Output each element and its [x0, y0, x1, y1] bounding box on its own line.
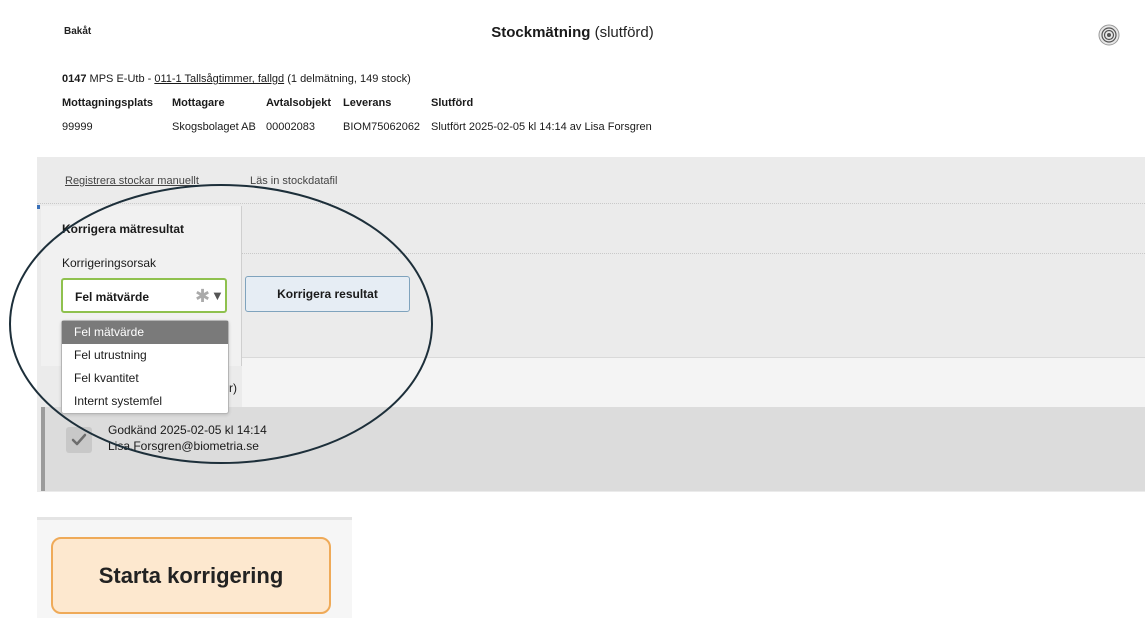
- chevron-down-icon[interactable]: ▼: [211, 288, 224, 303]
- required-asterisk-icon: ✱: [195, 286, 211, 306]
- measurement-id: 0147: [62, 73, 87, 85]
- reason-select[interactable]: Fel mätvärde ✱ ▼: [61, 278, 227, 313]
- reason-dropdown-list: Fel mätvärde Fel utrustning Fel kvantite…: [61, 320, 229, 414]
- value-mottagningsplats: 99999: [62, 121, 93, 133]
- value-mottagare: Skogsbolaget AB: [172, 121, 256, 133]
- divider: [37, 203, 1145, 204]
- header-leverans: Leverans: [343, 97, 392, 109]
- correction-section-title[interactable]: Korrigera mätresultat: [62, 222, 184, 236]
- header-slutford: Slutförd: [431, 97, 474, 109]
- measurement-info: 0147 MPS E-Utb - 011-1 Tallsågtimmer, fa…: [62, 73, 411, 85]
- reason-label: Korrigeringsorsak: [62, 256, 157, 270]
- reason-option[interactable]: Internt systemfel: [62, 390, 228, 413]
- value-slutford: Slutfört 2025-02-05 kl 14:14 av Lisa For…: [431, 121, 652, 133]
- divider: [242, 253, 1145, 254]
- lower-strip: [242, 357, 1145, 408]
- info-suffix: (1 delmätning, 149 stock): [284, 73, 411, 85]
- assortment-link[interactable]: 011-1 Tallsågtimmer, fallgd: [154, 73, 284, 85]
- header-avtalsobjekt: Avtalsobjekt: [266, 97, 332, 109]
- page-title: Stockmätning (slutförd): [0, 24, 1145, 41]
- title-text: Stockmätning: [491, 24, 591, 41]
- reason-option[interactable]: Fel utrustning: [62, 344, 228, 367]
- partial-text: r): [229, 381, 237, 395]
- title-status: (slutförd): [594, 24, 654, 41]
- info-prefix: MPS E-Utb -: [89, 73, 155, 85]
- reason-selected-value: Fel mätvärde: [75, 290, 150, 304]
- target-icon[interactable]: [1098, 24, 1120, 46]
- header-mottagare: Mottagare: [172, 97, 225, 109]
- value-avtalsobjekt: 00002083: [266, 121, 315, 133]
- approval-row-accent: [41, 407, 45, 491]
- read-file-link[interactable]: Läs in stockdatafil: [250, 175, 337, 187]
- check-icon: [71, 433, 87, 446]
- approval-user: Lisa.Forsgren@biometria.se: [108, 439, 259, 453]
- value-leverans: BIOM75062062: [343, 121, 421, 133]
- approved-checkbox[interactable]: [66, 427, 92, 453]
- reason-option[interactable]: Fel kvantitet: [62, 367, 228, 390]
- section-accent: [37, 205, 40, 209]
- reason-option[interactable]: Fel mätvärde: [62, 321, 228, 344]
- start-correction-button[interactable]: Starta korrigering: [51, 537, 331, 614]
- correct-result-button[interactable]: Korrigera resultat: [245, 276, 410, 312]
- register-manual-link[interactable]: Registrera stockar manuellt: [65, 175, 199, 187]
- header-mottagningsplats: Mottagningsplats: [62, 97, 154, 109]
- approval-date: Godkänd 2025-02-05 kl 14:14: [108, 423, 267, 437]
